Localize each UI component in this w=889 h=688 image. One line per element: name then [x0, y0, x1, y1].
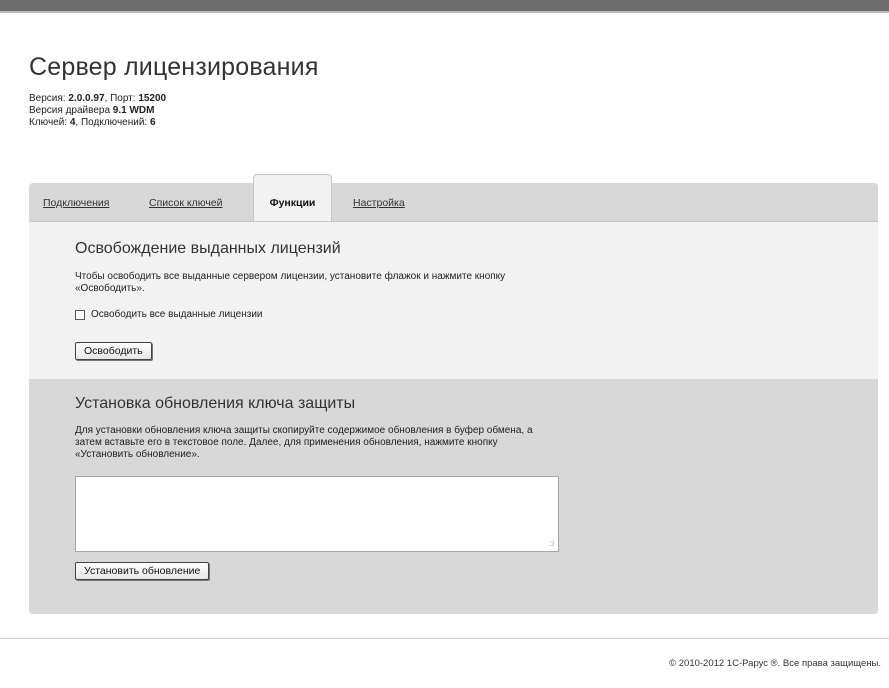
key-update-section: Установка обновления ключа защиты Для ус…	[29, 379, 878, 614]
release-description-line: «Освободить».	[75, 283, 145, 294]
driver-label: Версия драйвера	[29, 105, 113, 116]
resize-grip-icon[interactable]: .:i	[548, 540, 554, 548]
release-all-checkbox-row[interactable]: Освободить все выданные лицензии	[75, 309, 262, 320]
tab-functions[interactable]: Функции	[253, 174, 332, 221]
top-bar-edge	[0, 11, 889, 13]
release-description: Чтобы освободить все выданные сервером л…	[75, 271, 505, 295]
tab-connections[interactable]: Подключения	[43, 197, 109, 209]
update-description-line: Для установки обновления ключа защиты ск…	[75, 425, 533, 436]
release-all-checkbox[interactable]	[75, 309, 85, 320]
page-title: Сервер лицензирования	[29, 53, 319, 81]
keys-line: Ключей: 4, Подключений: 6	[29, 117, 319, 129]
update-textarea[interactable]: .:i	[75, 476, 559, 552]
tab-key-list[interactable]: Список ключей	[149, 197, 223, 209]
tab-settings[interactable]: Настройка	[353, 197, 405, 209]
driver-line: Версия драйвера 9.1 WDM	[29, 105, 319, 117]
update-description-line: «Установить обновление».	[75, 449, 200, 460]
main-panel: Подключения Список ключей Функции Настро…	[29, 174, 878, 614]
version-value: 2.0.0.97	[68, 93, 105, 104]
driver-value: 9.1 WDM	[112, 105, 155, 116]
version-line: Версия: 2.0.0.97, Порт: 15200	[29, 93, 319, 105]
footer-divider	[0, 638, 889, 639]
update-section-title: Установка обновления ключа защиты	[75, 395, 356, 412]
install-update-button[interactable]: Установить обновление	[75, 562, 210, 580]
server-info: Версия: 2.0.0.97, Порт: 15200 Версия дра…	[29, 93, 319, 129]
release-description-line: Чтобы освободить все выданные сервером л…	[75, 271, 506, 282]
update-description-line: затем вставьте его в текстовое поле. Дал…	[75, 437, 498, 448]
release-section-title: Освобождение выданных лицензий	[75, 240, 341, 257]
version-label: Версия:	[29, 93, 69, 104]
keys-label: Ключей:	[29, 117, 70, 128]
connections-value: 6	[149, 117, 156, 128]
tab-bar: Подключения Список ключей Функции Настро…	[29, 174, 878, 221]
port-label: , Порт:	[104, 93, 139, 104]
release-button[interactable]: Освободить	[75, 342, 152, 360]
top-bar	[0, 0, 889, 11]
footer-copyright: © 2010-2012 1С-Рарус ®. Все права защище…	[669, 658, 881, 669]
release-all-checkbox-label[interactable]: Освободить все выданные лицензии	[91, 309, 262, 320]
update-description: Для установки обновления ключа защиты ск…	[75, 425, 533, 461]
connections-label: , Подключений:	[75, 117, 150, 128]
port-value: 15200	[138, 93, 167, 104]
page-header: Сервер лицензирования Версия: 2.0.0.97, …	[29, 52, 319, 129]
release-licenses-section: Освобождение выданных лицензий Чтобы осв…	[29, 221, 878, 379]
